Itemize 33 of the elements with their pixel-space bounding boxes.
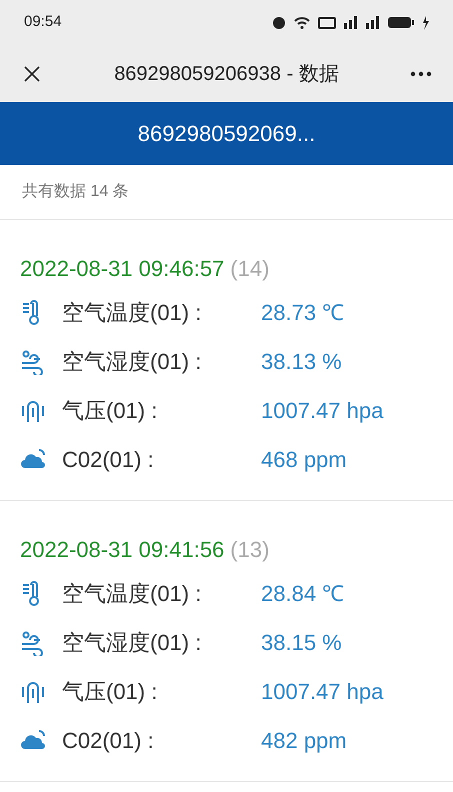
reading-label: C02(01) : — [62, 446, 155, 474]
reading-value: 482 ppm — [261, 727, 347, 755]
record-time: 2022-08-31 09:41:56 — [20, 536, 224, 564]
reading-label: 气压(01) : — [62, 678, 158, 706]
record-index: (13) — [230, 536, 270, 564]
close-icon — [23, 64, 41, 82]
reading-label: 空气湿度(01) : — [62, 629, 202, 657]
signal-icon — [344, 16, 358, 29]
charging-icon — [422, 16, 429, 30]
reading-value: 468 ppm — [261, 446, 347, 474]
window-title: 869298059206938 - 数据 — [114, 62, 339, 86]
reading-label: 空气温度(01) : — [62, 299, 202, 327]
clock: 09:54 — [24, 12, 62, 32]
reading-value: 28.73 ℃ — [261, 299, 344, 327]
record-count: 共有数据 14 条 — [22, 182, 129, 202]
battery-icon — [388, 17, 414, 28]
reading-value: 38.15 % — [261, 629, 342, 657]
record-time: 2022-08-31 09:46:57 — [20, 254, 224, 282]
reading-value: 1007.47 hpa — [261, 397, 384, 425]
reading-value: 28.84 ℃ — [261, 580, 344, 608]
reading-label: 空气温度(01) : — [62, 580, 202, 608]
reading-value: 1007.47 hpa — [261, 678, 384, 706]
wifi-icon — [294, 16, 310, 30]
signal-icon — [366, 16, 380, 29]
reading-label: 气压(01) : — [62, 397, 158, 425]
humidity-icon — [20, 348, 46, 374]
reading-label: 空气湿度(01) : — [62, 348, 202, 376]
header-title: 8692980592069... — [138, 120, 316, 148]
reading-label: C02(01) : — [62, 727, 155, 755]
record-index: (14) — [230, 254, 270, 282]
reading-value: 38.13 % — [261, 348, 342, 376]
more-icon — [410, 70, 432, 76]
humidity-icon — [20, 630, 46, 656]
